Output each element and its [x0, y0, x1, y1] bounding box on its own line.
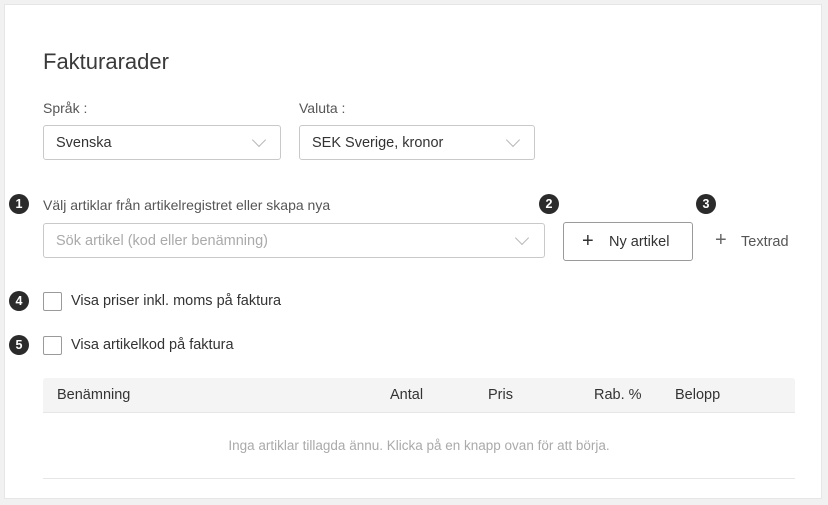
column-header-quantity: Antal	[390, 387, 424, 403]
article-search-select[interactable]: Sök artikel (kod eller benämning)	[43, 223, 545, 258]
invoice-rows-table: Benämning Antal Pris Rab. % Belopp Inga …	[43, 378, 795, 479]
step-badge-5: 5	[9, 335, 29, 355]
currency-select[interactable]: SEK Sverige, kronor	[299, 125, 535, 160]
article-label: Välj artiklar från artikelregistret elle…	[43, 197, 331, 213]
step-badge-4: 4	[9, 291, 29, 311]
new-article-button[interactable]: + Ny artikel	[563, 222, 693, 261]
table-header: Benämning Antal Pris Rab. % Belopp	[43, 378, 795, 413]
plus-icon: +	[582, 230, 594, 252]
plus-icon: +	[715, 229, 727, 251]
page-title: Fakturarader	[43, 49, 169, 74]
language-select[interactable]: Svenska	[43, 125, 281, 160]
show-vat-checkbox[interactable]	[43, 292, 62, 311]
text-row-label: Textrad	[741, 234, 789, 250]
chevron-down-icon	[505, 132, 521, 148]
language-label: Språk :	[43, 100, 88, 116]
invoice-rows-card: Fakturarader Språk : Svenska Valuta : SE…	[4, 4, 822, 499]
currency-value: SEK Sverige, kronor	[312, 135, 444, 151]
chevron-down-icon	[251, 132, 267, 148]
column-header-discount: Rab. %	[594, 387, 642, 403]
article-search-placeholder: Sök artikel (kod eller benämning)	[56, 233, 268, 249]
show-code-checkbox[interactable]	[43, 336, 62, 355]
chevron-down-icon	[514, 230, 530, 246]
show-vat-label[interactable]: Visa priser inkl. moms på faktura	[71, 293, 281, 309]
new-article-label: Ny artikel	[609, 234, 670, 250]
step-badge-2: 2	[539, 194, 559, 214]
column-header-price: Pris	[488, 387, 513, 403]
step-badge-1: 1	[9, 194, 29, 214]
language-value: Svenska	[56, 135, 112, 151]
show-code-label[interactable]: Visa artikelkod på faktura	[71, 337, 234, 353]
column-header-name: Benämning	[57, 387, 131, 403]
currency-label: Valuta :	[299, 100, 346, 116]
step-badge-3: 3	[696, 194, 716, 214]
column-header-amount: Belopp	[675, 387, 721, 403]
empty-table-message: Inga artiklar tillagda ännu. Klicka på e…	[228, 438, 610, 453]
